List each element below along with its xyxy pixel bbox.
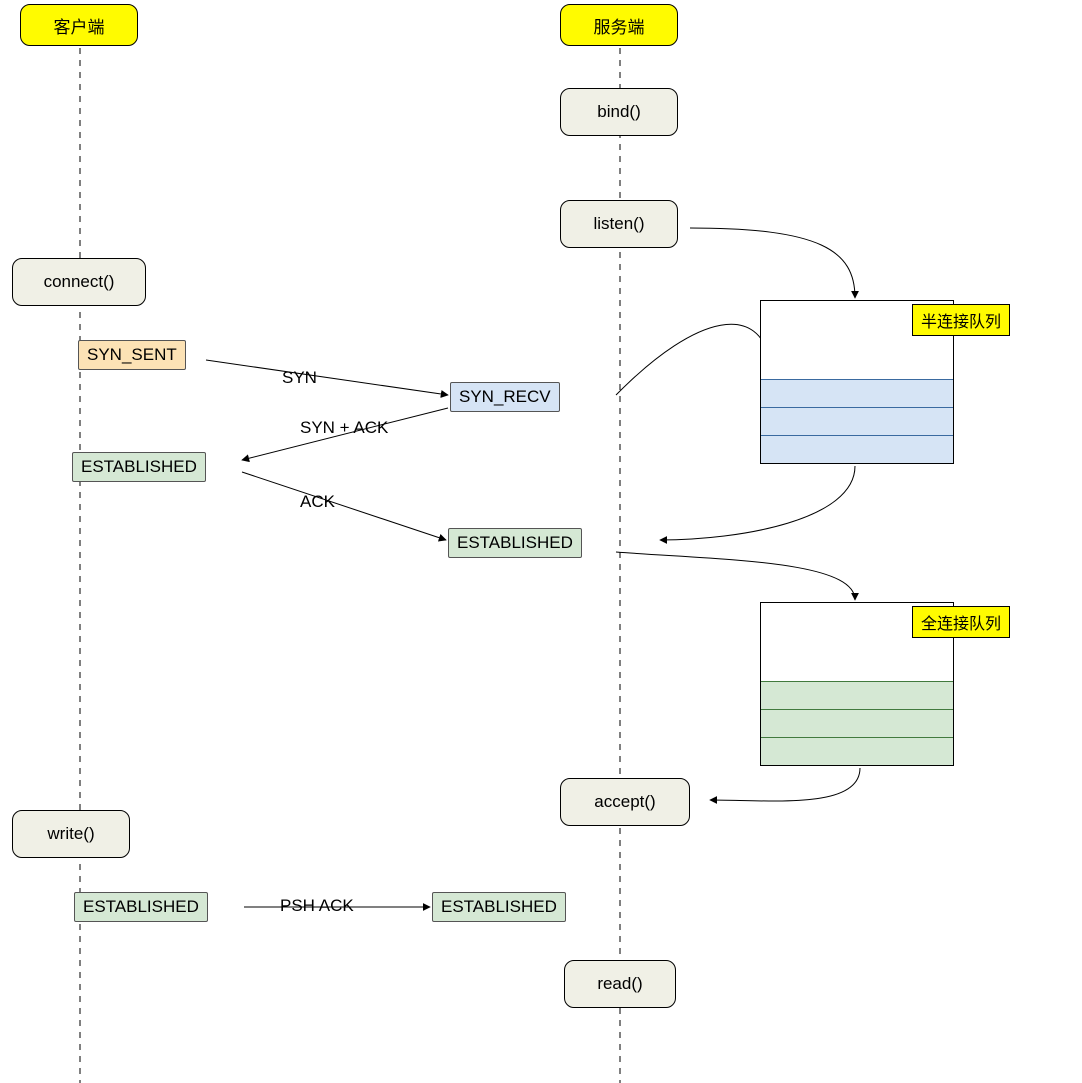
state-syn-sent: SYN_SENT — [78, 340, 186, 370]
msg-syn-ack: SYN + ACK — [300, 418, 388, 438]
half-queue-label: 半连接队列 — [912, 304, 1010, 336]
state-client-established-1: ESTABLISHED — [72, 452, 206, 482]
server-bind-call: bind() — [560, 88, 678, 136]
diagram-stage: 客户端 服务端 bind() listen() connect() SYN_SE… — [0, 0, 1082, 1083]
state-syn-recv: SYN_RECV — [450, 382, 560, 412]
state-server-established-2: ESTABLISHED — [432, 892, 566, 922]
msg-syn: SYN — [282, 368, 317, 388]
server-listen-call: listen() — [560, 200, 678, 248]
state-server-established-1: ESTABLISHED — [448, 528, 582, 558]
full-queue-label: 全连接队列 — [912, 606, 1010, 638]
msg-ack: ACK — [300, 492, 335, 512]
server-actor: 服务端 — [560, 4, 678, 46]
server-read-call: read() — [564, 960, 676, 1008]
state-client-established-2: ESTABLISHED — [74, 892, 208, 922]
client-write-call: write() — [12, 810, 130, 858]
server-accept-call: accept() — [560, 778, 690, 826]
msg-psh-ack: PSH ACK — [280, 896, 354, 916]
client-connect-call: connect() — [12, 258, 146, 306]
client-actor: 客户端 — [20, 4, 138, 46]
